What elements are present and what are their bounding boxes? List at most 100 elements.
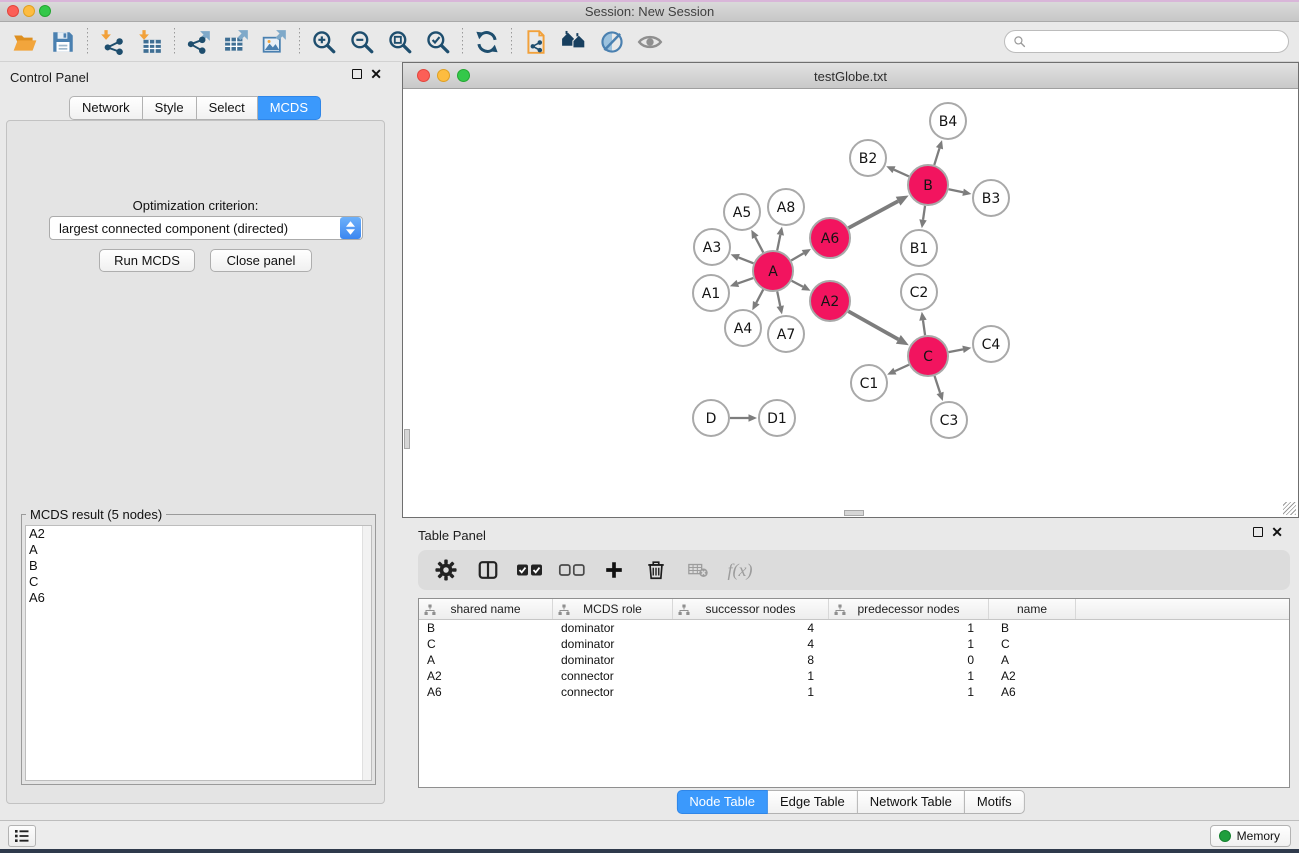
export-network-button[interactable] — [180, 25, 218, 59]
result-scrollbar[interactable] — [362, 526, 371, 780]
delete-table-button[interactable] — [684, 556, 712, 584]
tab-edge-table[interactable]: Edge Table — [768, 790, 858, 814]
edge-C-C3[interactable] — [935, 376, 941, 393]
table-cell[interactable]: A — [989, 652, 1076, 668]
toggle-panel-layout-button[interactable] — [474, 556, 502, 584]
edge-C-C2[interactable] — [923, 320, 925, 335]
network-from-file-button[interactable] — [517, 25, 555, 59]
table-cell[interactable]: 1 — [829, 684, 989, 700]
table-row[interactable]: A6connector11A6 — [419, 684, 1289, 700]
tab-motifs[interactable]: Motifs — [965, 790, 1025, 814]
edge-B-B3[interactable] — [949, 189, 964, 192]
table-cell[interactable]: B — [419, 620, 553, 636]
edge-A-A3[interactable] — [739, 257, 754, 263]
table-cell[interactable]: 0 — [829, 652, 989, 668]
table-cell[interactable]: 4 — [673, 636, 829, 652]
table-cell[interactable]: 1 — [673, 684, 829, 700]
search-field[interactable] — [1004, 30, 1289, 53]
tab-network-table[interactable]: Network Table — [858, 790, 965, 814]
table-cell[interactable]: 1 — [673, 668, 829, 684]
tab-mcds[interactable]: MCDS — [258, 96, 321, 120]
table-cell[interactable]: C — [419, 636, 553, 652]
edge-A2-C[interactable] — [848, 311, 898, 339]
canvas-bottom-handle[interactable] — [844, 510, 864, 516]
memory-button[interactable]: Memory — [1210, 825, 1291, 847]
table-cell[interactable]: 1 — [829, 668, 989, 684]
first-neighbors-button[interactable] — [555, 25, 593, 59]
table-cell[interactable]: 1 — [829, 620, 989, 636]
edge-A-A1[interactable] — [738, 278, 753, 283]
float-table-panel-icon[interactable] — [1253, 527, 1263, 537]
hide-details-button[interactable] — [593, 25, 631, 59]
close-panel-button[interactable]: Close panel — [210, 249, 312, 272]
function-builder-button[interactable]: f(x) — [726, 556, 754, 584]
close-panel-icon[interactable]: ✕ — [370, 69, 382, 79]
network-graph[interactable]: AA1A2A3A4A5A6A7A8BB1B2B3B4CC1C2C3C4DD1 — [404, 89, 1297, 516]
table-cell[interactable]: A2 — [419, 668, 553, 684]
table-cell[interactable]: A2 — [989, 668, 1076, 684]
table-cell[interactable]: dominator — [553, 652, 673, 668]
table-cell[interactable]: dominator — [553, 620, 673, 636]
table-cell[interactable]: C — [989, 636, 1076, 652]
delete-column-button[interactable] — [642, 556, 670, 584]
column-header-name[interactable]: name — [989, 599, 1076, 619]
table-cell[interactable]: A — [419, 652, 553, 668]
table-row[interactable]: Cdominator41C — [419, 636, 1289, 652]
mcds-result-item[interactable]: A — [26, 542, 371, 558]
edge-A-A4[interactable] — [756, 290, 763, 303]
close-table-panel-icon[interactable]: ✕ — [1271, 527, 1283, 537]
run-mcds-button[interactable]: Run MCDS — [99, 249, 195, 272]
save-session-button[interactable] — [44, 25, 82, 59]
export-image-button[interactable] — [256, 25, 294, 59]
zoom-in-button[interactable] — [305, 25, 343, 59]
column-header-MCDS-role[interactable]: MCDS role — [553, 599, 673, 619]
table-cell[interactable]: A6 — [419, 684, 553, 700]
edge-B-B4[interactable] — [934, 148, 939, 165]
zoom-fit-button[interactable] — [381, 25, 419, 59]
table-cell[interactable]: connector — [553, 668, 673, 684]
import-network-button[interactable] — [93, 25, 131, 59]
import-table-button[interactable] — [131, 25, 169, 59]
mcds-result-item[interactable]: A6 — [26, 590, 371, 606]
edge-A-A5[interactable] — [755, 237, 763, 252]
edge-A6-B[interactable] — [848, 201, 898, 228]
canvas-left-handle[interactable] — [404, 429, 410, 449]
optimization-criterion-select[interactable]: largest connected component (directed) — [49, 216, 363, 240]
search-input[interactable] — [1031, 35, 1280, 49]
tab-select[interactable]: Select — [197, 96, 258, 120]
edge-C-C1[interactable] — [895, 365, 909, 371]
mcds-result-item[interactable]: C — [26, 574, 371, 590]
mcds-result-item[interactable]: A2 — [26, 526, 371, 542]
edge-B-B1[interactable] — [923, 206, 925, 220]
zoom-selected-button[interactable] — [419, 25, 457, 59]
table-row[interactable]: Adominator80A — [419, 652, 1289, 668]
table-cell[interactable]: dominator — [553, 636, 673, 652]
edge-A-A8[interactable] — [777, 235, 780, 250]
table-row[interactable]: Bdominator41B — [419, 620, 1289, 636]
select-all-button[interactable] — [516, 556, 544, 584]
tab-style[interactable]: Style — [143, 96, 197, 120]
column-header-successor-nodes[interactable]: successor nodes — [673, 599, 829, 619]
column-header-predecessor-nodes[interactable]: predecessor nodes — [829, 599, 989, 619]
resize-grip-icon[interactable] — [1283, 502, 1296, 515]
task-history-button[interactable] — [8, 825, 36, 847]
column-header-shared-name[interactable]: shared name — [419, 599, 553, 619]
deselect-all-button[interactable] — [558, 556, 586, 584]
refresh-layout-button[interactable] — [468, 25, 506, 59]
edge-A-A7[interactable] — [777, 292, 780, 307]
float-panel-icon[interactable] — [352, 69, 362, 79]
edge-A-A2[interactable] — [792, 281, 803, 287]
table-cell[interactable]: 1 — [829, 636, 989, 652]
open-session-button[interactable] — [6, 25, 44, 59]
table-cell[interactable]: B — [989, 620, 1076, 636]
export-table-button[interactable] — [218, 25, 256, 59]
table-cell[interactable]: A6 — [989, 684, 1076, 700]
table-cell[interactable]: 4 — [673, 620, 829, 636]
mcds-result-item[interactable]: B — [26, 558, 371, 574]
zoom-out-button[interactable] — [343, 25, 381, 59]
tab-network[interactable]: Network — [69, 96, 143, 120]
add-column-button[interactable] — [600, 556, 628, 584]
table-cell[interactable]: 8 — [673, 652, 829, 668]
table-cell[interactable]: connector — [553, 684, 673, 700]
edge-A-A6[interactable] — [791, 253, 803, 260]
